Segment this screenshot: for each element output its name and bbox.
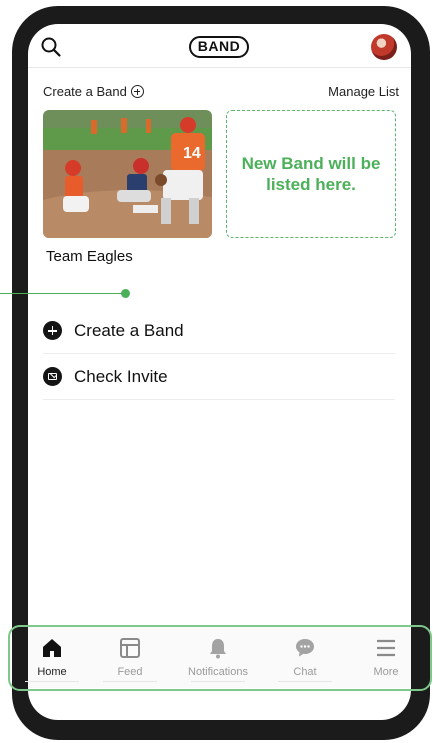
tab-label: Feed: [117, 666, 143, 678]
band-logo[interactable]: BAND: [189, 36, 249, 58]
callout-dot: [121, 289, 130, 298]
tab-underline: [25, 681, 79, 682]
new-band-placeholder: New Band will be listed here.: [226, 110, 396, 238]
tab-underline: [278, 681, 332, 682]
search-icon[interactable]: [40, 36, 62, 58]
callout-line: [0, 293, 125, 294]
home-icon: [43, 639, 61, 657]
band-name-label[interactable]: Team Eagles: [46, 248, 133, 265]
manage-list-link[interactable]: Manage List: [328, 84, 399, 99]
tab-more[interactable]: More: [351, 636, 421, 686]
tab-notifications[interactable]: Notifications: [178, 636, 258, 686]
tab-feed[interactable]: Feed: [95, 636, 165, 686]
tab-underline: [191, 681, 245, 682]
hamburger-menu-icon: [377, 639, 395, 657]
feed-icon: [120, 638, 140, 658]
plus-circle-icon: [130, 85, 144, 98]
tab-home[interactable]: Home: [17, 636, 87, 686]
create-band-link[interactable]: Create a Band: [43, 84, 144, 99]
band-cover-photo[interactable]: 14: [43, 110, 212, 238]
svg-text:14: 14: [183, 145, 201, 162]
tab-underline: [103, 681, 157, 682]
menu-item-create-band[interactable]: Create a Band: [43, 308, 395, 354]
mail-icon: [43, 367, 62, 386]
tab-label: Chat: [293, 666, 317, 678]
placeholder-text: New Band will be listed here.: [241, 154, 381, 194]
app-screen: BAND Create a Band Manage List 14 Team E…: [28, 24, 411, 720]
tab-label: Home: [37, 666, 67, 678]
baseball-photo-image: 14: [43, 110, 212, 238]
menu-item-check-invite[interactable]: Check Invite: [43, 354, 395, 400]
tab-label: More: [373, 666, 399, 678]
menu-item-label: Check Invite: [74, 366, 168, 386]
tab-chat[interactable]: Chat: [270, 636, 340, 686]
menu-item-label: Create a Band: [74, 320, 184, 340]
app-header: BAND: [28, 24, 411, 68]
plus-circle-icon: [43, 321, 62, 340]
chat-bubble-icon: [296, 639, 314, 657]
create-row: Create a Band Manage List: [43, 84, 399, 104]
bell-icon: [210, 639, 226, 659]
create-band-link-label: Create a Band: [43, 84, 127, 99]
tab-label: Notifications: [188, 666, 248, 678]
profile-avatar[interactable]: [371, 34, 397, 60]
